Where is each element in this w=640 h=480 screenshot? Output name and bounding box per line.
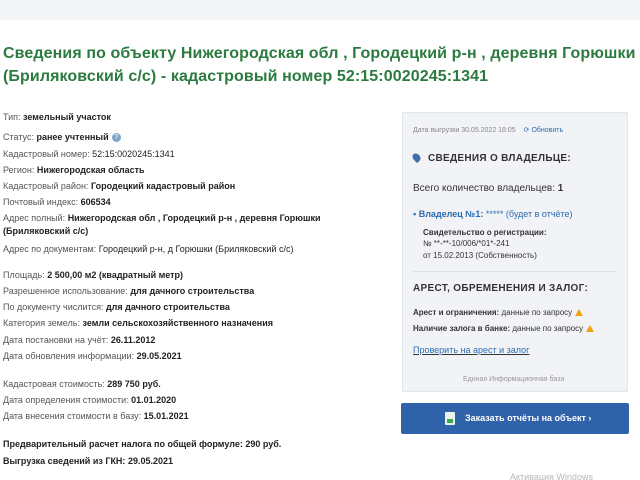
detail-type: Тип: земельный участок (3, 112, 111, 122)
detail-land-category: Категория земель: земли сельскохозяйстве… (3, 318, 273, 328)
detail-docaddress: Адрес по документам: Городецкий р-н, д Г… (3, 244, 294, 254)
bullet-pin-icon: ▪ (413, 209, 417, 219)
detail-postal: Почтовый индекс: 606534 (3, 197, 111, 207)
owner-panel: Дата выгрузки 30.05.2022 18:05 ⟳ Обновит… (402, 112, 628, 392)
arrest-heading: АРЕСТ, ОБРЕМЕНЕНИЯ И ЗАЛОГ: (413, 283, 589, 294)
detail-region: Регион: Нижегородская область (3, 165, 145, 175)
check-arrest-link[interactable]: Проверить на арест и залог (413, 345, 529, 355)
arrest-row: Арест и ограничения: данные по запросу (413, 308, 584, 317)
detail-gkn: Выгрузка сведений из ГКН: 29.05.2021 (3, 456, 173, 466)
page-title: Сведения по объекту Нижегородская обл , … (3, 45, 636, 85)
export-meta: Дата выгрузки 30.05.2022 18:05 ⟳ Обновит… (413, 127, 564, 134)
order-report-button[interactable]: Заказать отчёты на объект › (401, 403, 629, 434)
detail-allowed-use: Разрешенное использование: для дачного с… (3, 286, 255, 296)
warning-icon (575, 309, 584, 316)
location-pin-icon (410, 151, 423, 164)
detail-cad-cost: Кадастровая стоимость: 289 750 руб. (3, 379, 161, 389)
detail-doc-use: По документу числится: для дачного строи… (3, 302, 230, 312)
reg-cert-number: № **-**-10/006/*01*-241 (423, 239, 510, 248)
detail-address-cont: (Бриляковский с/с) (3, 226, 89, 236)
reg-cert-date: от 15.02.2013 (Собственность) (423, 251, 537, 260)
help-icon[interactable]: ? (111, 133, 121, 143)
windows-activation-watermark: Активация Windows (510, 472, 593, 480)
refresh-icon: ⟳ (523, 127, 530, 134)
reg-cert-label: Свидетельство о регистрации: (423, 228, 547, 237)
detail-cadnum: Кадастровый номер: 52:15:0020245:1341 (3, 149, 175, 159)
detail-district: Кадастровый район: Городецкий кадастровы… (3, 181, 236, 191)
refresh-link[interactable]: ⟳ Обновить (524, 127, 564, 134)
owner-report-link[interactable]: (будет в отчёте) (506, 209, 573, 219)
detail-status: Статус: ранее учтенный? (3, 131, 121, 143)
warning-icon (586, 325, 595, 332)
owner-1: ▪ Владелец №1: ***** (будет в отчёте) (413, 209, 573, 219)
detail-tax: Предварительный расчет налога по общей ф… (3, 439, 282, 449)
detail-reg-date: Дата постановки на учёт: 26.11.2012 (3, 335, 156, 345)
detail-upd-date: Дата обновления информации: 29.05.2021 (3, 351, 182, 361)
footer-note: Единая Информационная база (463, 376, 565, 383)
detail-cost-date: Дата определения стоимости: 01.01.2020 (3, 395, 177, 405)
detail-area: Площадь: 2 500,00 м2 (квадратный метр) (3, 270, 184, 280)
detail-cost-entry: Дата внесения стоимости в базу: 15.01.20… (3, 411, 189, 421)
panel-divider (413, 271, 617, 272)
detail-address: Адрес полный: Нижегородская обл , Городе… (3, 213, 321, 223)
top-strip (0, 0, 640, 20)
owners-count: Всего количество владельцев: 1 (413, 183, 564, 194)
owner-heading: СВЕДЕНИЯ О ВЛАДЕЛЬЦЕ: (410, 151, 571, 164)
document-icon (445, 412, 455, 425)
pledge-row: Наличие залога в банке: данные по запрос… (413, 324, 595, 333)
